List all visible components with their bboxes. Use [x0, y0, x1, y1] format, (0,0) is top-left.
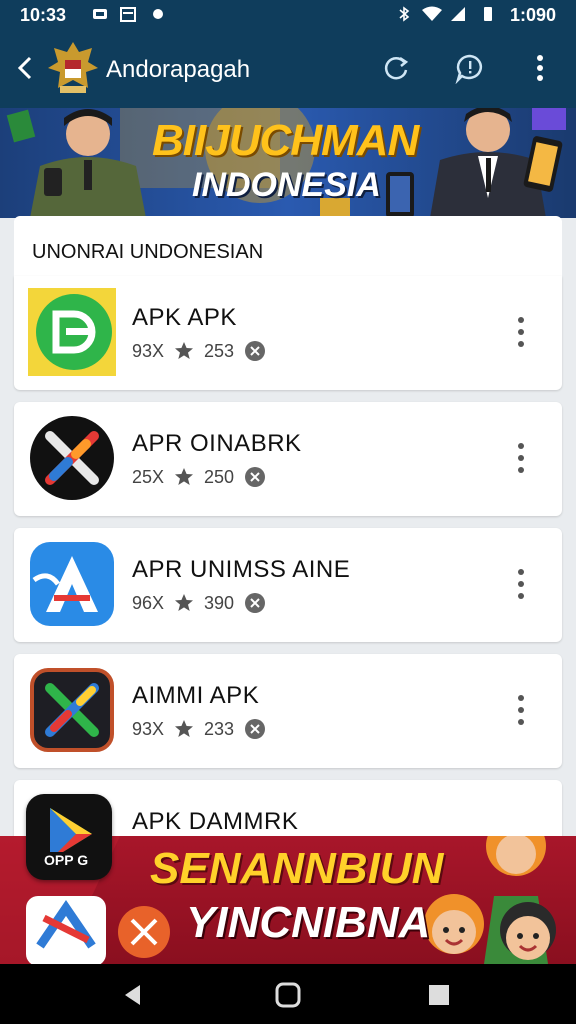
dot-icon	[153, 9, 163, 19]
status-time-right: 1:090	[509, 5, 556, 25]
star-icon	[175, 594, 194, 611]
verified-badge-icon	[245, 719, 266, 739]
app-icon-colorful-x	[30, 668, 114, 752]
app-title: Andorapagah	[106, 56, 251, 83]
promo-headline: SENANNBIUN	[150, 844, 444, 893]
banner-headline: BIIJUCHMAN	[152, 116, 419, 165]
app-name: APR UNIMSS AINE	[132, 556, 351, 583]
verified-badge-icon	[245, 341, 266, 361]
download-count: 25X	[132, 466, 165, 487]
notification-icon	[93, 9, 107, 19]
rating-count: 253	[204, 340, 235, 361]
rating-count: 233	[204, 718, 235, 739]
app-meta: 93X 253	[132, 340, 266, 362]
star-icon	[175, 342, 194, 359]
item-more-icon[interactable]	[506, 438, 536, 478]
list-header-title: UNONRAI UNDONESIAN	[32, 241, 264, 263]
calendar-icon	[120, 7, 136, 22]
item-more-icon[interactable]	[506, 564, 536, 604]
download-count: 96X	[132, 592, 165, 613]
more-options-icon[interactable]	[524, 52, 556, 84]
status-time: 10:33	[20, 5, 67, 25]
battery-icon	[484, 7, 492, 21]
download-count: 93X	[132, 340, 165, 361]
rating-count: 390	[204, 592, 235, 613]
promo-banner-top[interactable]: BIIJUCHMAN INDONESIA	[0, 108, 576, 218]
list-item[interactable]: APR OINABRK 25X 250	[14, 402, 562, 516]
nav-back-icon[interactable]	[120, 982, 146, 1008]
list-header: UNONRAI UNDONESIAN	[14, 216, 562, 277]
promo-subheadline: YINCNIBNA	[186, 898, 431, 947]
app-name: AIMMI APK	[132, 682, 260, 709]
app-icon-green	[28, 288, 116, 376]
list-item[interactable]: APR UNIMSS AINE 96X 390	[14, 528, 562, 642]
chat-icon[interactable]	[454, 52, 486, 84]
back-arrow-icon[interactable]	[12, 52, 40, 84]
list-item[interactable]: APK APK 93X 253	[14, 276, 562, 390]
item-more-icon[interactable]	[506, 312, 536, 352]
app-name: APR OINABRK	[132, 430, 302, 457]
item-more-icon[interactable]	[506, 690, 536, 730]
garuda-emblem-icon	[48, 42, 98, 93]
nav-recents-icon[interactable]	[426, 982, 452, 1008]
star-icon	[175, 468, 194, 485]
app-icon-blue-a	[30, 542, 114, 626]
list-item[interactable]: AIMMI APK 93X 233	[14, 654, 562, 768]
banner-subheadline: INDONESIA	[192, 166, 381, 204]
verified-badge-icon	[245, 593, 266, 613]
refresh-icon[interactable]	[380, 52, 412, 84]
app-bar: Andorapagah	[0, 30, 576, 108]
download-count: 93X	[132, 718, 165, 739]
nav-home-icon[interactable]	[275, 982, 301, 1008]
app-icon-x-cross	[30, 416, 114, 500]
wifi-icon	[422, 6, 442, 21]
app-icon-label: OPP G	[40, 852, 93, 868]
signal-icon	[451, 7, 465, 21]
app-meta: 93X 233	[132, 718, 266, 740]
status-bar: 10:33 1:090	[0, 0, 576, 30]
system-nav-bar	[0, 964, 576, 1024]
star-icon	[175, 720, 194, 737]
app-name: APK APK	[132, 304, 237, 331]
bluetooth-icon	[399, 6, 410, 22]
rating-count: 250	[204, 466, 235, 487]
app-meta: 96X 390	[132, 592, 266, 614]
verified-badge-icon	[245, 467, 266, 487]
app-name: APK DAMMRK	[132, 808, 299, 835]
app-meta: 25X 250	[132, 466, 266, 488]
app-icon-play[interactable]: OPP G	[26, 794, 112, 880]
app-list: UNONRAI UNDONESIAN APK APK 93X 253 APR O…	[14, 216, 562, 860]
